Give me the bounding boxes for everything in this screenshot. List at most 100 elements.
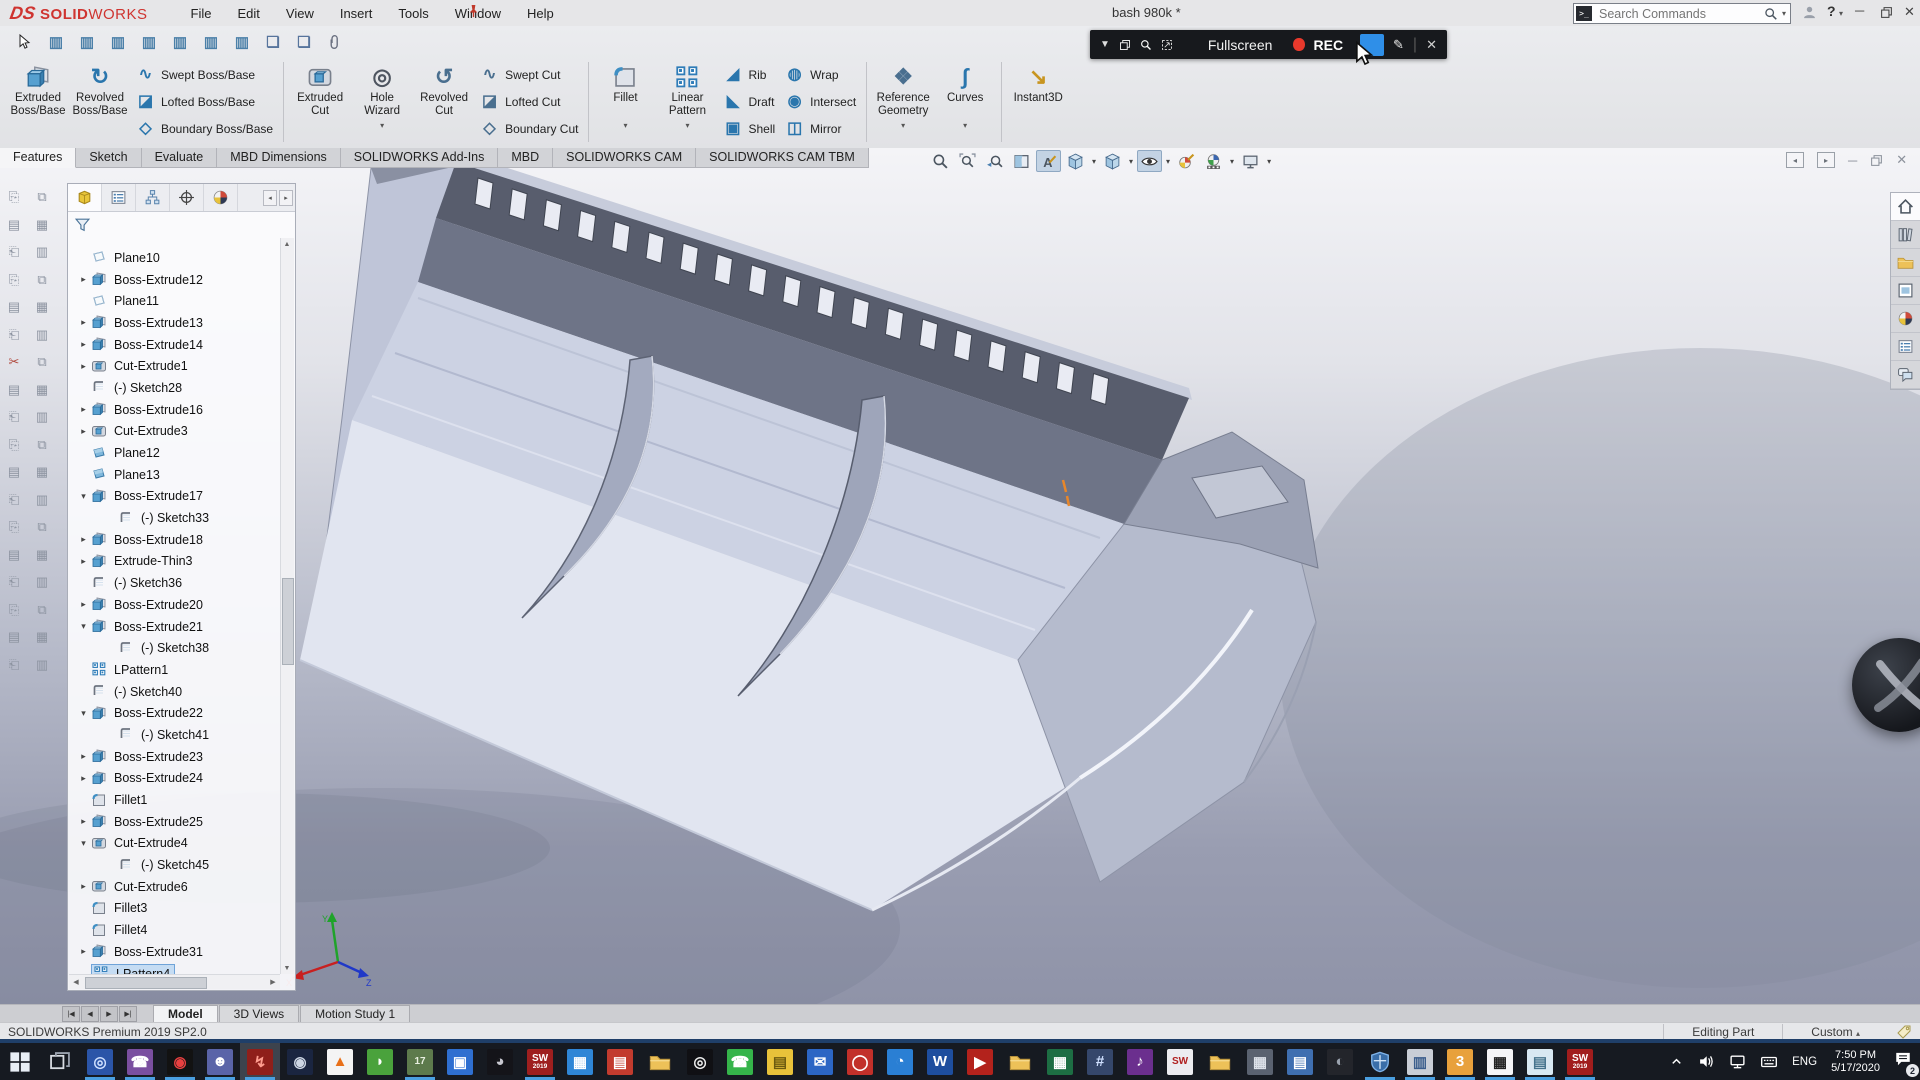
app-mail[interactable]: ✉ xyxy=(800,1043,840,1080)
task-view-button[interactable] xyxy=(40,1043,80,1080)
dock-tool-icon-28[interactable]: ▦ xyxy=(31,544,53,566)
expand-icon[interactable]: ▸ xyxy=(76,404,91,415)
taskpane-file-explorer[interactable] xyxy=(1891,249,1920,277)
tab-configurationmanager[interactable] xyxy=(136,184,170,211)
tray-chevron-up-icon[interactable] xyxy=(1669,1054,1684,1069)
help-dropdown-icon[interactable]: ▾ xyxy=(1839,9,1843,18)
dock-tool-icon-16[interactable]: ▦ xyxy=(31,379,53,401)
lofted-boss-base-button[interactable]: ◪Lofted Boss/Base xyxy=(136,90,273,114)
recorder-floating-bubble[interactable] xyxy=(1852,638,1920,732)
intersect-button[interactable]: ◉Intersect xyxy=(785,90,856,114)
close-button[interactable]: ✕ xyxy=(1904,4,1915,20)
view-tool-icon-3[interactable]: ▥ xyxy=(107,31,129,53)
tree-item-bossextrude17[interactable]: ▾Boss-Extrude17 xyxy=(68,486,295,508)
dock-tool-icon-6[interactable]: ▥ xyxy=(31,241,53,263)
restore-button[interactable] xyxy=(1880,6,1893,19)
app-obs[interactable]: ◎ xyxy=(680,1043,720,1080)
boundary-boss-base-button[interactable]: ◇Boundary Boss/Base xyxy=(136,117,273,141)
tab-dimxpertmanager[interactable] xyxy=(170,184,204,211)
tab-mbd[interactable]: MBD xyxy=(498,148,553,168)
view-settings-icon-dropdown[interactable]: ▾ xyxy=(1267,157,1271,166)
user-account-icon[interactable] xyxy=(1802,5,1817,20)
modeltab-3d-views[interactable]: 3D Views xyxy=(219,1005,299,1023)
search-icon[interactable] xyxy=(1764,7,1778,21)
apply-scene-icon[interactable] xyxy=(1201,150,1226,172)
tab-evaluate[interactable]: Evaluate xyxy=(142,148,218,168)
view-tool-icon-7[interactable]: ▥ xyxy=(231,31,253,53)
tree-tabs-left-icon[interactable]: ◂ xyxy=(263,190,277,206)
search-scope-icon[interactable]: >_ xyxy=(1576,6,1592,21)
document-icon-2[interactable]: ❏ xyxy=(293,31,315,53)
app-photos[interactable]: ▦ xyxy=(560,1043,600,1080)
recorder-zoom-icon[interactable] xyxy=(1140,38,1152,52)
tree-tabs-right-icon[interactable]: ▸ xyxy=(279,190,293,206)
first-tab-button[interactable]: |◀ xyxy=(62,1006,80,1022)
taskpane-home[interactable] xyxy=(1891,193,1920,221)
tree-item-fillet3[interactable]: Fillet3 xyxy=(68,898,295,920)
dock-tool-icon-29[interactable]: ⎗ xyxy=(3,571,25,593)
app-sw-alt[interactable]: SW xyxy=(1160,1043,1200,1080)
tree-item-bossextrude24[interactable]: ▸Boss-Extrude24 xyxy=(68,768,295,790)
expand-icon[interactable]: ▸ xyxy=(76,881,91,892)
swept-cut-button[interactable]: ∿Swept Cut xyxy=(480,63,578,87)
app-whatsapp[interactable]: ☎ xyxy=(720,1043,760,1080)
modeltab-motion-study-1[interactable]: Motion Study 1 xyxy=(300,1005,410,1023)
select-arrow-icon[interactable] xyxy=(14,31,36,53)
view-orientation-icon-dropdown[interactable]: ▾ xyxy=(1092,157,1096,166)
hide-show-items-icon[interactable] xyxy=(1137,150,1162,172)
dock-tool-icon-22[interactable]: ▦ xyxy=(31,461,53,483)
zoom-fit-icon[interactable] xyxy=(928,150,953,172)
app-dark[interactable]: ◐ xyxy=(1320,1043,1360,1080)
view-tool-icon-6[interactable]: ▥ xyxy=(200,31,222,53)
app-green[interactable]: ◗ xyxy=(360,1043,400,1080)
previous-pane-button[interactable]: ◂ xyxy=(1786,152,1804,168)
taskpane-appearances[interactable] xyxy=(1891,305,1920,333)
shell-button[interactable]: ▣Shell xyxy=(723,117,775,141)
dock-tool-icon-27[interactable]: ▤ xyxy=(3,544,25,566)
tree-item-bossextrude23[interactable]: ▸Boss-Extrude23 xyxy=(68,746,295,768)
app-youtube[interactable]: ▶ xyxy=(960,1043,1000,1080)
expand-icon[interactable]: ▸ xyxy=(76,339,91,350)
tree-item-bossextrude25[interactable]: ▸Boss-Extrude25 xyxy=(68,811,295,833)
tree-item-fillet4[interactable]: Fillet4 xyxy=(68,919,295,941)
curves-button[interactable]: ∫Curves ▾ xyxy=(934,59,996,145)
tab-solidworks-cam[interactable]: SOLIDWORKS CAM xyxy=(553,148,696,168)
last-tab-button[interactable]: ▶| xyxy=(119,1006,137,1022)
view-orientation-icon[interactable] xyxy=(1063,150,1088,172)
expand-icon[interactable]: ▸ xyxy=(76,816,91,827)
app-steam[interactable]: ◉ xyxy=(280,1043,320,1080)
dock-tool-icon-14[interactable]: ⧉ xyxy=(31,351,53,373)
view-tool-icon-4[interactable]: ▥ xyxy=(138,31,160,53)
revolved-cut-button[interactable]: ↺RevolvedCut xyxy=(413,59,475,145)
dock-tool-icon-20[interactable]: ⧉ xyxy=(31,434,53,456)
attach-icon[interactable] xyxy=(324,31,346,53)
taskpane-view-palette[interactable] xyxy=(1891,277,1920,305)
taskpane-custom-properties[interactable] xyxy=(1891,333,1920,361)
tab-propertymanager[interactable] xyxy=(102,184,136,211)
tree-item-plane13[interactable]: Plane13 xyxy=(68,464,295,486)
modeltab-model[interactable]: Model xyxy=(153,1005,218,1023)
filter-funnel-icon[interactable] xyxy=(74,216,91,233)
tree-item-bossextrude12[interactable]: ▸Boss-Extrude12 xyxy=(68,269,295,291)
network-icon[interactable] xyxy=(1729,1053,1746,1070)
tree-horizontal-scrollbar[interactable]: ◀ ▶ xyxy=(69,974,280,989)
app-tracen[interactable]: ◎ xyxy=(80,1043,120,1080)
menu-file[interactable]: File xyxy=(178,2,225,25)
tree-item-bossextrude13[interactable]: ▸Boss-Extrude13 xyxy=(68,312,295,334)
app-opera[interactable]: ◯ xyxy=(840,1043,880,1080)
scroll-right-icon[interactable]: ▶ xyxy=(267,976,279,987)
dock-tool-icon-34[interactable]: ▦ xyxy=(31,626,53,648)
tree-item-bossextrude21[interactable]: ▾Boss-Extrude21 xyxy=(68,616,295,638)
prev-tab-button[interactable]: ◀ xyxy=(81,1006,99,1022)
taskpane-forum[interactable] xyxy=(1891,361,1920,389)
recorder-window-icon[interactable] xyxy=(1119,38,1131,52)
app-vlc[interactable]: ▲ xyxy=(320,1043,360,1080)
hole-wizard-button-dropdown-icon[interactable]: ▾ xyxy=(380,121,384,130)
expand-icon[interactable]: ▾ xyxy=(76,491,91,502)
document-icon-1[interactable]: ❏ xyxy=(262,31,284,53)
edit-appearance-icon[interactable] xyxy=(1174,150,1199,172)
tree-item-sketch40[interactable]: (-) Sketch40 xyxy=(68,681,295,703)
tree-item-sketch36[interactable]: (-) Sketch36 xyxy=(68,572,295,594)
viewport-minimize-button[interactable]: ─ xyxy=(1848,153,1857,168)
app-notepad[interactable]: ▤ xyxy=(1520,1043,1560,1080)
